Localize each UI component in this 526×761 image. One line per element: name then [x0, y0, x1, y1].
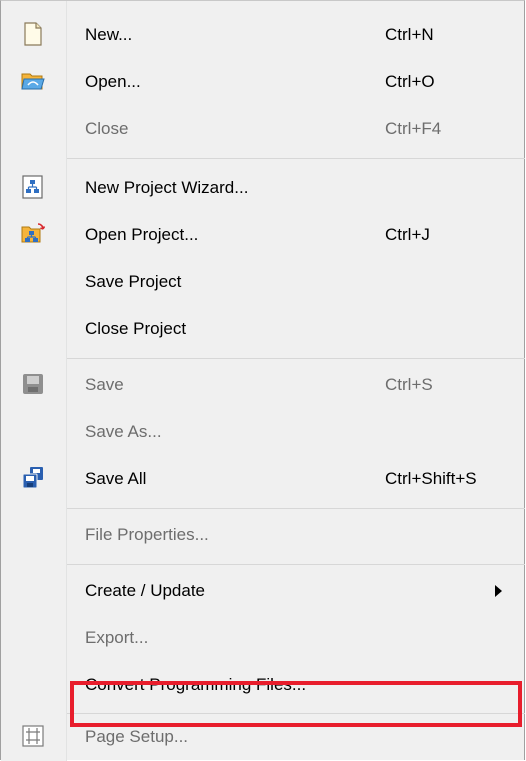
menu-item-label: File Properties...	[85, 525, 209, 544]
menu-item-label: Close Project	[85, 319, 187, 338]
menu-separator	[67, 564, 525, 565]
file-menu: New... Ctrl+N Open... Ctrl+O Close Ctrl+…	[0, 0, 525, 761]
menu-item-label: Save Project	[85, 272, 182, 291]
menu-item-save-as: Save As...	[1, 408, 524, 455]
menu-item-create-update[interactable]: Create / Update	[1, 567, 524, 614]
save-disk-icon	[21, 372, 45, 396]
menu-item-save-project[interactable]: Save Project	[1, 258, 524, 305]
menu-item-convert-programming-files[interactable]: Convert Programming Files...	[1, 661, 524, 708]
menu-item-shortcut: Ctrl+J	[385, 225, 430, 244]
menu-item-open[interactable]: Open... Ctrl+O	[1, 58, 524, 105]
menu-item-open-project[interactable]: Open Project... Ctrl+J	[1, 211, 524, 258]
menu-item-close-project[interactable]: Close Project	[1, 305, 524, 352]
menu-item-shortcut: Ctrl+N	[385, 25, 434, 44]
menu-item-label: Page Setup...	[85, 727, 189, 746]
menu-item-label: Create / Update	[85, 581, 206, 600]
page-setup-icon	[21, 724, 45, 748]
menu-item-label: Export...	[85, 628, 149, 647]
menu-separator	[67, 508, 525, 509]
menu-item-save-all[interactable]: Save All Ctrl+Shift+S	[1, 455, 524, 502]
menu-item-shortcut: Ctrl+Shift+S	[385, 469, 477, 488]
menu-item-label: Save As...	[85, 422, 162, 441]
menu-item-file-properties: File Properties...	[1, 511, 524, 558]
menu-item-shortcut: Ctrl+O	[385, 72, 435, 91]
menu-item-export: Export...	[1, 614, 524, 661]
menu-item-shortcut: Ctrl+F4	[385, 119, 442, 138]
menu-item-label: New...	[85, 25, 133, 44]
menu-item-shortcut: Ctrl+S	[385, 375, 433, 394]
menu-item-label: Save	[85, 375, 124, 394]
menu-separator	[67, 158, 525, 159]
open-folder-icon	[21, 69, 45, 93]
menu-item-page-setup: Page Setup...	[1, 713, 524, 760]
menu-item-label: Save All	[85, 469, 147, 488]
open-project-icon	[21, 222, 46, 246]
submenu-arrow-icon	[495, 585, 502, 597]
menu-item-save: Save Ctrl+S	[1, 361, 524, 408]
menu-item-label: Open Project...	[85, 225, 199, 244]
save-all-icon	[21, 466, 45, 490]
menu-item-label: Convert Programming Files...	[85, 675, 307, 694]
menu-separator	[67, 358, 525, 359]
project-wizard-icon	[21, 175, 45, 199]
new-file-icon	[21, 22, 45, 46]
menu-item-new[interactable]: New... Ctrl+N	[1, 11, 524, 58]
menu-item-label: Open...	[85, 72, 141, 91]
menu-item-label: New Project Wizard...	[85, 178, 249, 197]
menu-item-label: Close	[85, 119, 129, 138]
menu-item-new-project-wizard[interactable]: New Project Wizard...	[1, 164, 524, 211]
menu-item-close: Close Ctrl+F4	[1, 105, 524, 152]
